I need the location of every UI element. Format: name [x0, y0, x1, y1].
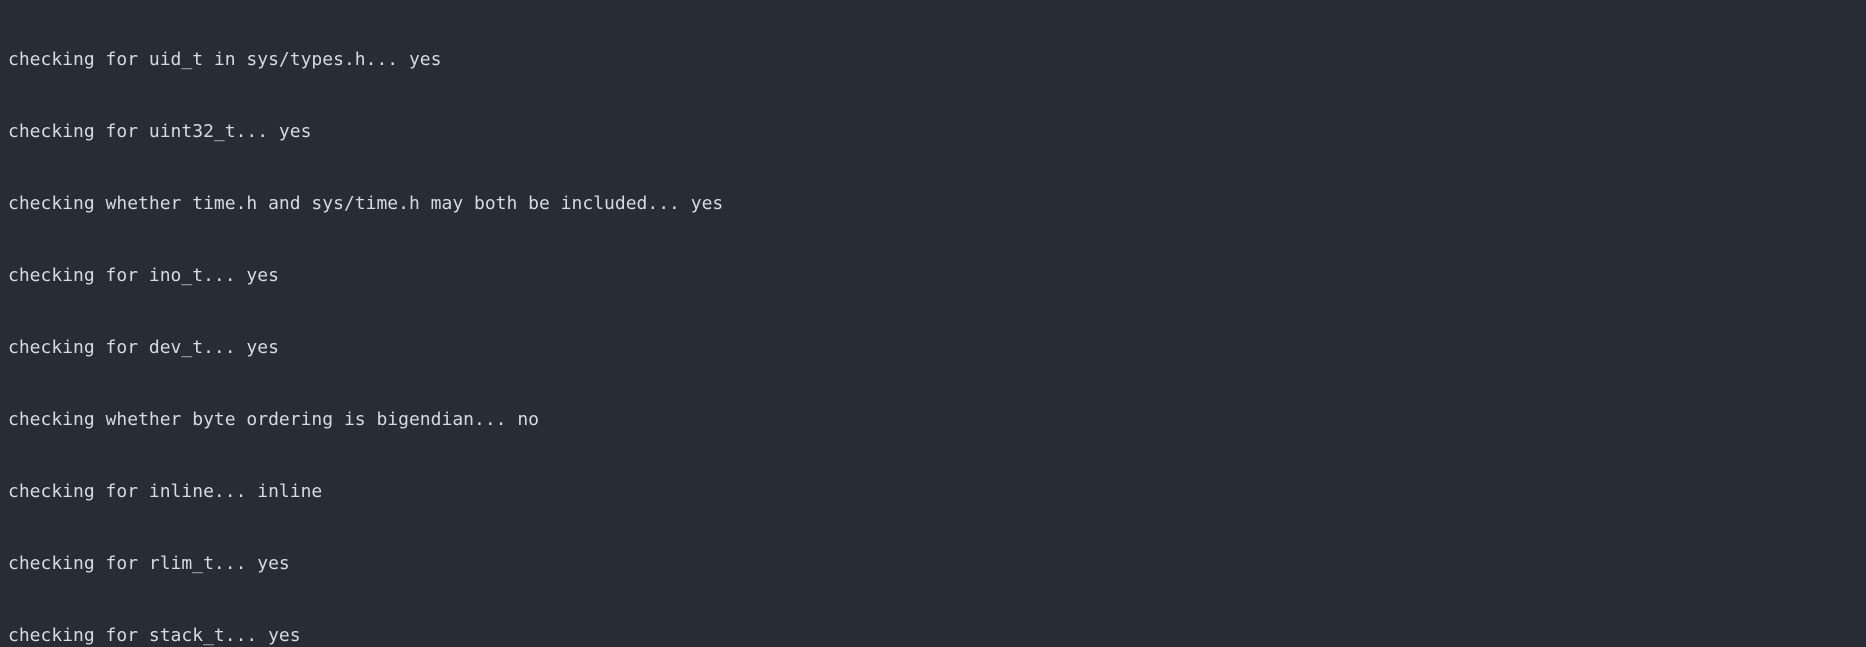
output-line: checking for stack_t... yes — [8, 624, 1858, 647]
output-line: checking for rlim_t... yes — [8, 552, 1858, 576]
output-line: checking whether byte ordering is bigend… — [8, 408, 1858, 432]
output-line: checking for uid_t in sys/types.h... yes — [8, 48, 1858, 72]
output-line: checking for inline... inline — [8, 480, 1858, 504]
output-line: checking whether time.h and sys/time.h m… — [8, 192, 1858, 216]
terminal-output[interactable]: checking for uid_t in sys/types.h... yes… — [0, 0, 1866, 647]
output-line: checking for uint32_t... yes — [8, 120, 1858, 144]
output-line: checking for dev_t... yes — [8, 336, 1858, 360]
output-line: checking for ino_t... yes — [8, 264, 1858, 288]
